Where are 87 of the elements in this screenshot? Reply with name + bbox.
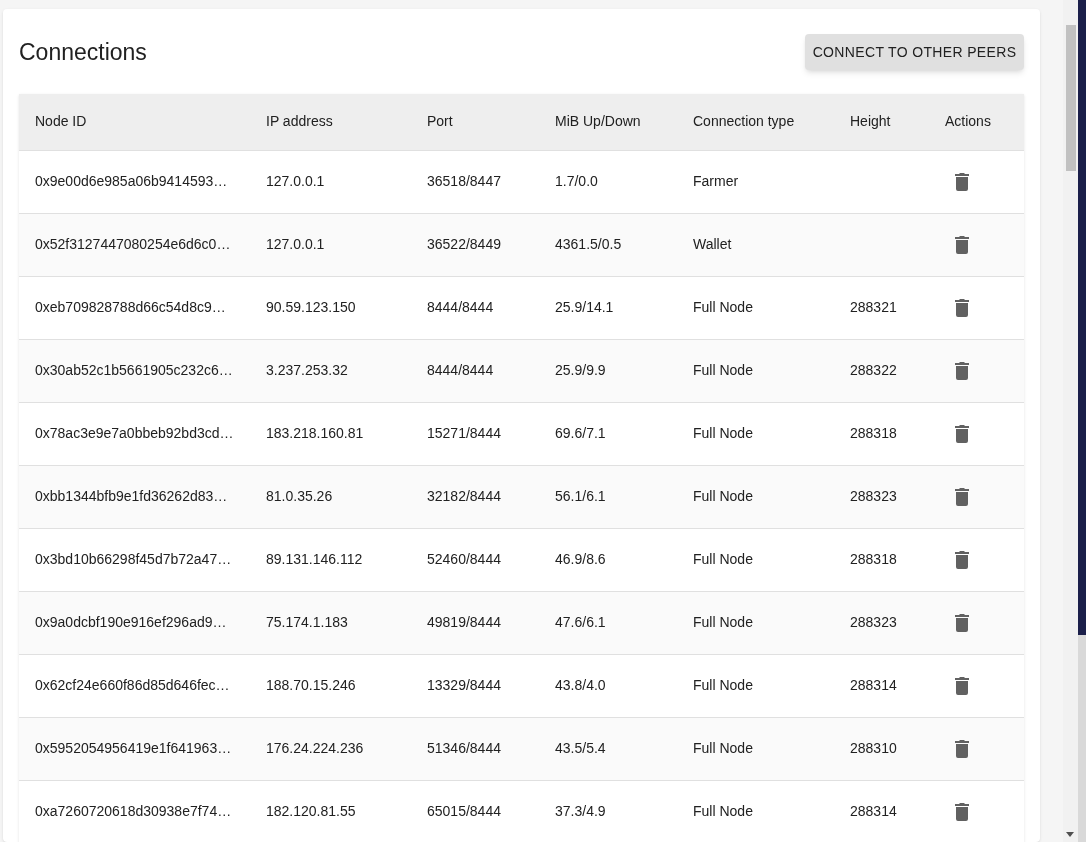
table-cell: 288318: [834, 528, 929, 591]
delete-icon[interactable]: [955, 172, 969, 191]
column-header: Actions: [929, 94, 1024, 150]
table-cell: 90.59.123.150: [250, 276, 411, 339]
table-cell: 0x9a0dcbf190e916ef296ad9…: [19, 591, 250, 654]
table-cell: 69.6/7.1: [539, 402, 677, 465]
table-cell: 46.9/8.6: [539, 528, 677, 591]
table-cell: 65015/8444: [411, 780, 539, 842]
table-cell: 0x3bd10b66298f45d7b72a47…: [19, 528, 250, 591]
table-cell: 13329/8444: [411, 654, 539, 717]
table-cell: Full Node: [677, 654, 834, 717]
table-cell: 25.9/9.9: [539, 339, 677, 402]
scrollbar[interactable]: [1063, 0, 1078, 842]
delete-icon[interactable]: [955, 235, 969, 254]
table-cell: Full Node: [677, 465, 834, 528]
table-cell: Full Node: [677, 528, 834, 591]
table-cell: 0x30ab52c1b5661905c232c6…: [19, 339, 250, 402]
table-cell: 3.237.253.32: [250, 339, 411, 402]
table-cell: 8444/8444: [411, 339, 539, 402]
delete-icon[interactable]: [955, 424, 969, 443]
table-cell: 127.0.0.1: [250, 150, 411, 213]
page-title: Connections: [19, 37, 147, 67]
table-cell: 183.218.160.81: [250, 402, 411, 465]
table-cell: 25.9/14.1: [539, 276, 677, 339]
table-cell: 32182/8444: [411, 465, 539, 528]
scroll-down-icon[interactable]: [1066, 832, 1074, 838]
delete-icon[interactable]: [955, 613, 969, 632]
table-cell: 288314: [834, 654, 929, 717]
delete-icon[interactable]: [955, 487, 969, 506]
table-cell: Full Node: [677, 591, 834, 654]
table-cell: 15271/8444: [411, 402, 539, 465]
table-cell: Full Node: [677, 717, 834, 780]
table-cell: 288322: [834, 339, 929, 402]
table-cell: 37.3/4.9: [539, 780, 677, 842]
table-cell: 47.6/6.1: [539, 591, 677, 654]
delete-icon[interactable]: [955, 739, 969, 758]
table-cell: 176.24.224.236: [250, 717, 411, 780]
delete-icon[interactable]: [955, 298, 969, 317]
table-cell: 0x62cf24e660f86d85d646fec…: [19, 654, 250, 717]
table-cell: 43.5/5.4: [539, 717, 677, 780]
table-cell: Full Node: [677, 780, 834, 842]
column-header: Connection type: [677, 94, 834, 150]
table-cell: 288310: [834, 717, 929, 780]
table-cell: 288323: [834, 591, 929, 654]
table-cell: 75.174.1.183: [250, 591, 411, 654]
table-cell: Full Node: [677, 276, 834, 339]
table-cell: 288318: [834, 402, 929, 465]
table-cell: 288314: [834, 780, 929, 842]
delete-icon[interactable]: [955, 676, 969, 695]
table-cell: 89.131.146.112: [250, 528, 411, 591]
table-cell: 36518/8447: [411, 150, 539, 213]
table-cell: 43.8/4.0: [539, 654, 677, 717]
table-cell: Full Node: [677, 339, 834, 402]
table-cell: 188.70.15.246: [250, 654, 411, 717]
table-cell: 49819/8444: [411, 591, 539, 654]
column-header: Height: [834, 94, 929, 150]
table-cell: 56.1/6.1: [539, 465, 677, 528]
table-cell: 288323: [834, 465, 929, 528]
table-cell: 288321: [834, 276, 929, 339]
column-header: MiB Up/Down: [539, 94, 677, 150]
scrollbar-thumb[interactable]: [1066, 25, 1076, 171]
column-header: IP address: [250, 94, 411, 150]
table-cell: 127.0.0.1: [250, 213, 411, 276]
table-cell: 0xa7260720618d30938e7f74…: [19, 780, 250, 842]
table-cell: 8444/8444: [411, 276, 539, 339]
table-cell: 1.7/0.0: [539, 150, 677, 213]
table-cell: 52460/8444: [411, 528, 539, 591]
table-cell: 51346/8444: [411, 717, 539, 780]
table-cell: 0x52f3127447080254e6d6c0…: [19, 213, 250, 276]
connect-button[interactable]: CONNECT TO OTHER PEERS: [805, 34, 1024, 70]
table-cell: 81.0.35.26: [250, 465, 411, 528]
table-cell: 0x78ac3e9e7a0bbeb92bd3cd…: [19, 402, 250, 465]
table-cell: 4361.5/0.5: [539, 213, 677, 276]
table-cell: 0xeb709828788d66c54d8c9…: [19, 276, 250, 339]
delete-icon[interactable]: [955, 361, 969, 380]
column-header: Node ID: [19, 94, 250, 150]
table-cell: 0xbb1344bfb9e1fd36262d83…: [19, 465, 250, 528]
table-cell: 36522/8449: [411, 213, 539, 276]
table-cell: Farmer: [677, 150, 834, 213]
table-cell: 182.120.81.55: [250, 780, 411, 842]
table-cell: Full Node: [677, 402, 834, 465]
delete-icon[interactable]: [955, 802, 969, 821]
column-header: Port: [411, 94, 539, 150]
table-cell: 0x5952054956419e1f641963…: [19, 717, 250, 780]
table-cell: Wallet: [677, 213, 834, 276]
delete-icon[interactable]: [955, 550, 969, 569]
table-cell: 0x9e00d6e985a06b9414593…: [19, 150, 250, 213]
